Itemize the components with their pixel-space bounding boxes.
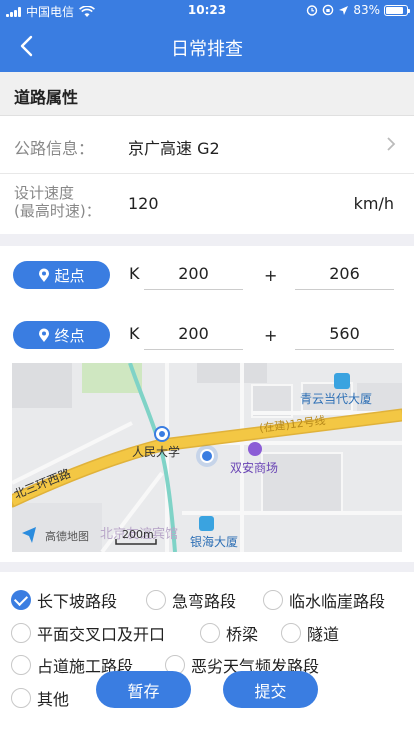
design-speed-row: 设计速度 (最高时速)： 120 km/h xyxy=(0,174,414,234)
map-scale-label: 200m xyxy=(122,528,154,541)
building-marker xyxy=(199,516,214,531)
location-pin-icon xyxy=(39,328,50,342)
road-info-row[interactable]: 公路信息： 京广高速 G2 xyxy=(0,116,414,174)
submit-button[interactable]: 提交 xyxy=(223,671,318,708)
end-point-button[interactable]: 终点 xyxy=(13,321,110,349)
option-radio[interactable] xyxy=(11,688,31,708)
end-point-label: 终点 xyxy=(54,326,85,345)
location-pin-icon xyxy=(39,268,50,282)
status-bar: 中国电信 10:23 83% xyxy=(0,0,414,22)
start-point-button[interactable]: 起点 xyxy=(13,261,110,289)
rotation-lock-icon xyxy=(323,4,334,16)
road-type-options: 长下坡路段 急弯路段 临水临崖路段 平面交叉口及开口 桥梁 隧道 占道施工路段 … xyxy=(0,572,414,736)
option-intersection[interactable]: 平面交叉口及开口 xyxy=(11,621,165,645)
start-plus-label: + xyxy=(264,266,278,285)
road-info-label: 公路信息： xyxy=(14,139,95,158)
option-radio[interactable] xyxy=(11,655,31,675)
map-label-yinhai: 银海大厦 xyxy=(190,535,239,549)
mall-marker xyxy=(248,442,262,456)
start-k-label: K xyxy=(129,264,140,283)
start-m-input[interactable]: 206 xyxy=(295,258,394,290)
road-info-value: 京广高速 G2 xyxy=(128,139,220,158)
map-view[interactable]: 青云当代大厦 (在建)12号线 人民大学 双安商场 北三环西路 北京友谊宾馆 银… xyxy=(12,363,402,552)
chevron-right-icon xyxy=(387,137,396,151)
start-km-input[interactable]: 200 xyxy=(144,258,243,290)
end-km-input[interactable]: 200 xyxy=(144,318,243,350)
design-speed-input[interactable]: 120 xyxy=(128,194,159,213)
design-speed-label-line1: 设计速度 xyxy=(14,184,75,202)
option-radio[interactable] xyxy=(200,623,220,643)
option-radio[interactable] xyxy=(263,590,283,610)
map-label-renmin: 人民大学 xyxy=(132,445,181,459)
option-label: 急弯路段 xyxy=(172,592,237,611)
option-long-downhill[interactable]: 长下坡路段 xyxy=(11,588,117,612)
option-tunnel[interactable]: 隧道 xyxy=(281,621,339,645)
option-radio[interactable] xyxy=(11,590,31,610)
option-label: 长下坡路段 xyxy=(37,592,118,611)
option-label: 隧道 xyxy=(307,625,340,644)
save-draft-button[interactable]: 暂存 xyxy=(96,671,191,708)
alarm-icon xyxy=(307,5,318,16)
design-speed-label-line2: (最高时速)： xyxy=(14,202,101,220)
option-label: 平面交叉口及开口 xyxy=(37,625,166,644)
section-title: 道路属性 xyxy=(0,72,414,116)
location-arrow-icon xyxy=(339,5,349,15)
end-point-row: 终点 K 200 + 560 xyxy=(0,306,414,356)
design-speed-unit: km/h xyxy=(353,194,394,213)
option-other[interactable]: 其他 xyxy=(11,686,69,710)
option-radio[interactable] xyxy=(146,590,166,610)
option-radio[interactable] xyxy=(11,623,31,643)
option-bridge[interactable]: 桥梁 xyxy=(200,621,258,645)
map-label-qingyun: 青云当代大厦 xyxy=(300,392,373,406)
option-waterside-cliff[interactable]: 临水临崖路段 xyxy=(263,588,385,612)
location-card: 起点 K 200 + 206 终点 K 200 + 560 青云当代大厦 (在建… xyxy=(0,246,414,562)
map-logo-text: 高德地图 xyxy=(45,530,89,543)
option-label: 桥梁 xyxy=(226,625,259,644)
building-marker xyxy=(334,373,350,389)
start-point-label: 起点 xyxy=(54,266,85,285)
battery-percent: 83% xyxy=(353,3,380,17)
map-label-shuangan: 双安商场 xyxy=(230,461,279,475)
battery-icon xyxy=(384,4,410,16)
road-attributes-card: 公路信息： 京广高速 G2 设计速度 (最高时速)： 120 km/h xyxy=(0,116,414,234)
option-radio[interactable] xyxy=(281,623,301,643)
end-k-label: K xyxy=(129,324,140,343)
design-speed-label: 设计速度 (最高时速)： xyxy=(14,184,101,220)
page-title: 日常排查 xyxy=(171,39,243,60)
option-label: 临水临崖路段 xyxy=(289,592,386,611)
option-sharp-curve[interactable]: 急弯路段 xyxy=(146,588,236,612)
nav-bar: 日常排查 xyxy=(0,22,414,72)
end-m-input[interactable]: 560 xyxy=(295,318,394,350)
option-label: 其他 xyxy=(37,690,70,709)
end-plus-label: + xyxy=(264,326,278,345)
start-point-row: 起点 K 200 + 206 xyxy=(0,246,414,296)
current-location-marker xyxy=(202,451,212,461)
